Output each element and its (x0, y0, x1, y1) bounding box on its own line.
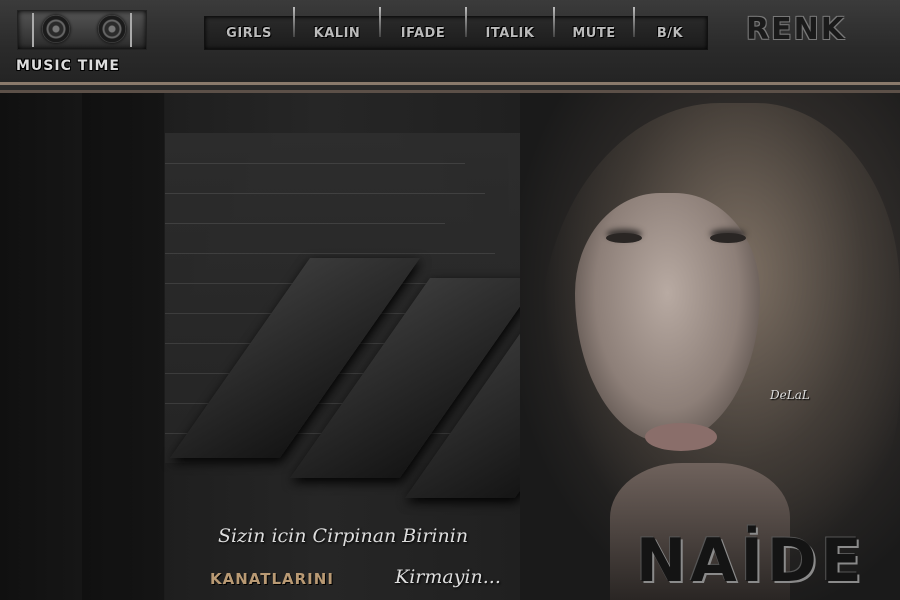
artist-signature: DeLaL (770, 388, 810, 402)
speaker-icon (42, 15, 70, 43)
banner-dark-panel (82, 93, 164, 600)
portrait-eye (710, 233, 746, 243)
renk-button[interactable]: RENK (746, 12, 882, 48)
portrait-lips (645, 423, 717, 451)
portrait-eye (606, 233, 642, 243)
nav-item-italik[interactable]: ITALIK (467, 17, 553, 49)
script-line (165, 223, 445, 224)
music-player-title: MUSIC TIME (16, 58, 120, 74)
nav-item-mute[interactable]: MUTE (555, 17, 633, 49)
tagline-line2-bold: KANATLARINI (210, 570, 334, 588)
script-line (165, 253, 495, 254)
script-line (165, 193, 485, 194)
speaker-icon (98, 15, 126, 43)
music-player[interactable] (17, 10, 147, 50)
brand-title: NAİDE (636, 526, 866, 596)
script-line (165, 163, 465, 164)
tagline-line1: Sizin icin Cirpinan Birinin (218, 525, 469, 547)
nav-item-girls[interactable]: GIRLS (205, 17, 293, 49)
nav-item-bk[interactable]: B/K (635, 17, 705, 49)
banner-image (0, 93, 900, 600)
nav-item-ifade[interactable]: IFADE (381, 17, 465, 49)
player-pin-right (130, 13, 132, 47)
nav-bar: GIRLS KALIN IFADE ITALIK MUTE B/K (204, 7, 708, 50)
player-pin-left (32, 13, 34, 47)
top-bar: MUSIC TIME GIRLS KALIN IFADE ITALIK MUTE… (0, 0, 900, 83)
nav-item-kalin[interactable]: KALIN (295, 17, 379, 49)
tagline-line2-script: Kirmayin... (395, 566, 501, 588)
